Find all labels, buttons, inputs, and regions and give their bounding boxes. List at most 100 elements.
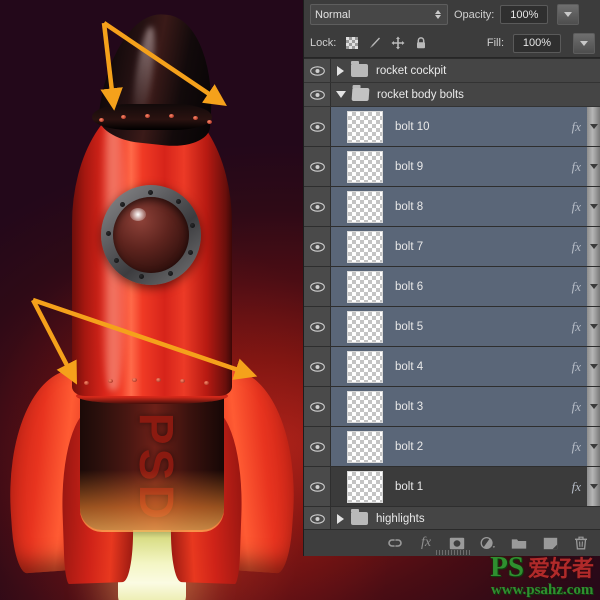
new-layer-icon[interactable]	[542, 535, 558, 551]
layer-row[interactable]: bolt 6 fx	[304, 267, 600, 307]
layer-row[interactable]: bolt 8 fx	[304, 187, 600, 227]
new-adjustment-layer-icon[interactable]	[480, 535, 496, 551]
layer-effects-expand-icon[interactable]	[587, 267, 600, 306]
delete-layer-icon[interactable]	[573, 535, 589, 551]
layer-effects-expand-icon[interactable]	[587, 107, 600, 146]
layer-row-group[interactable]: rocket cockpit	[304, 59, 600, 83]
disclosure-triangle-down-icon[interactable]	[336, 91, 346, 98]
folder-open-icon	[351, 88, 370, 101]
eye-icon[interactable]	[304, 227, 331, 266]
lock-position-icon[interactable]	[391, 36, 405, 50]
eye-icon[interactable]	[304, 387, 331, 426]
layer-row[interactable]: bolt 10 fx	[304, 107, 600, 147]
rocket-bolt	[169, 114, 174, 118]
layer-name: bolt 6	[395, 280, 424, 293]
layer-thumbnail[interactable]	[347, 390, 383, 423]
layer-effects-icon[interactable]: fx	[572, 279, 581, 295]
layer-name: rocket body bolts	[377, 88, 464, 101]
layer-thumbnail[interactable]	[347, 190, 383, 223]
lock-image-pixels-icon[interactable]	[368, 36, 382, 50]
layer-row[interactable]: bolt 7 fx	[304, 227, 600, 267]
eye-icon[interactable]	[304, 59, 331, 82]
layer-thumbnail[interactable]	[347, 230, 383, 263]
fill-dropdown-arrow[interactable]	[573, 32, 595, 54]
eye-icon[interactable]	[304, 267, 331, 306]
opacity-label: Opacity:	[454, 8, 495, 21]
site-watermark: PS 爱好者 www.psahz.com	[490, 553, 594, 598]
layer-name: bolt 9	[395, 160, 424, 173]
layer-list[interactable]: rocket cockpit rocket body bolts bolt 10…	[304, 58, 600, 529]
layers-panel: Normal Opacity: 100% Lock: Fill: 100% ro…	[303, 0, 600, 556]
panel-resize-grip[interactable]	[435, 550, 470, 555]
lock-all-icon[interactable]	[414, 36, 428, 50]
layer-thumbnail[interactable]	[347, 110, 383, 143]
layer-name: bolt 8	[395, 200, 424, 213]
rocket-lower-body-glow	[80, 470, 224, 532]
blend-mode-row: Normal Opacity: 100%	[304, 0, 600, 29]
layer-effects-icon[interactable]: fx	[572, 359, 581, 375]
disclosure-triangle-right-icon[interactable]	[336, 513, 345, 524]
layers-panel-toolbar: fx	[304, 529, 600, 556]
rocket-bolt	[121, 115, 126, 119]
layer-row[interactable]: bolt 9 fx	[304, 147, 600, 187]
layer-effects-icon[interactable]: fx	[572, 479, 581, 495]
layer-row[interactable]: bolt 5 fx	[304, 307, 600, 347]
blend-mode-value: Normal	[315, 8, 351, 21]
blend-mode-select[interactable]: Normal	[310, 4, 448, 25]
layer-row[interactable]: bolt 3 fx	[304, 387, 600, 427]
eye-icon[interactable]	[304, 467, 331, 506]
layer-row-group[interactable]: highlights	[304, 507, 600, 529]
new-group-icon[interactable]	[511, 535, 527, 551]
layer-name: highlights	[376, 512, 425, 525]
eye-icon[interactable]	[304, 507, 331, 529]
layer-row-group[interactable]: rocket body bolts	[304, 83, 600, 107]
add-layer-style-icon[interactable]: fx	[418, 535, 434, 551]
layer-effects-expand-icon[interactable]	[587, 147, 600, 186]
layer-effects-icon[interactable]: fx	[572, 119, 581, 135]
layer-thumbnail[interactable]	[347, 350, 383, 383]
layer-row[interactable]: bolt 1 fx	[304, 467, 600, 507]
layer-effects-expand-icon[interactable]	[587, 187, 600, 226]
layer-effects-icon[interactable]: fx	[572, 239, 581, 255]
rocket-bolt	[108, 379, 113, 383]
layer-thumbnail[interactable]	[347, 470, 383, 503]
layer-effects-expand-icon[interactable]	[587, 227, 600, 266]
fill-input[interactable]: 100%	[513, 33, 561, 53]
opacity-input[interactable]: 100%	[500, 5, 549, 24]
layer-effects-expand-icon[interactable]	[587, 387, 600, 426]
layer-row[interactable]: bolt 4 fx	[304, 347, 600, 387]
eye-icon[interactable]	[304, 83, 331, 106]
disclosure-triangle-right-icon[interactable]	[336, 65, 345, 76]
layer-effects-expand-icon[interactable]	[587, 467, 600, 506]
eye-icon[interactable]	[304, 107, 331, 146]
layer-effects-icon[interactable]: fx	[572, 439, 581, 455]
rocket-bolt	[207, 120, 212, 124]
layer-thumbnail[interactable]	[347, 150, 383, 183]
lock-transparent-pixels-icon[interactable]	[345, 36, 359, 50]
layer-thumbnail[interactable]	[347, 310, 383, 343]
rocket-bolt	[145, 114, 150, 118]
eye-icon[interactable]	[304, 187, 331, 226]
rocket-bolt	[180, 379, 185, 383]
layer-effects-icon[interactable]: fx	[572, 399, 581, 415]
layer-effects-icon[interactable]: fx	[572, 199, 581, 215]
layer-effects-expand-icon[interactable]	[587, 427, 600, 466]
layer-effects-icon[interactable]: fx	[572, 319, 581, 335]
eye-icon[interactable]	[304, 147, 331, 186]
layer-row[interactable]: bolt 2 fx	[304, 427, 600, 467]
eye-icon[interactable]	[304, 427, 331, 466]
layer-effects-expand-icon[interactable]	[587, 307, 600, 346]
folder-icon	[351, 61, 368, 77]
eye-icon[interactable]	[304, 307, 331, 346]
porthole-screw	[188, 250, 193, 255]
link-layers-icon[interactable]	[387, 535, 403, 551]
layer-name: bolt 5	[395, 320, 424, 333]
layer-effects-icon[interactable]: fx	[572, 159, 581, 175]
layer-thumbnail[interactable]	[347, 270, 383, 303]
stepper-updown-icon	[435, 10, 441, 19]
layer-effects-expand-icon[interactable]	[587, 347, 600, 386]
eye-icon[interactable]	[304, 347, 331, 386]
layer-thumbnail[interactable]	[347, 430, 383, 463]
add-layer-mask-icon[interactable]	[449, 535, 465, 551]
opacity-dropdown-arrow[interactable]	[557, 4, 580, 25]
